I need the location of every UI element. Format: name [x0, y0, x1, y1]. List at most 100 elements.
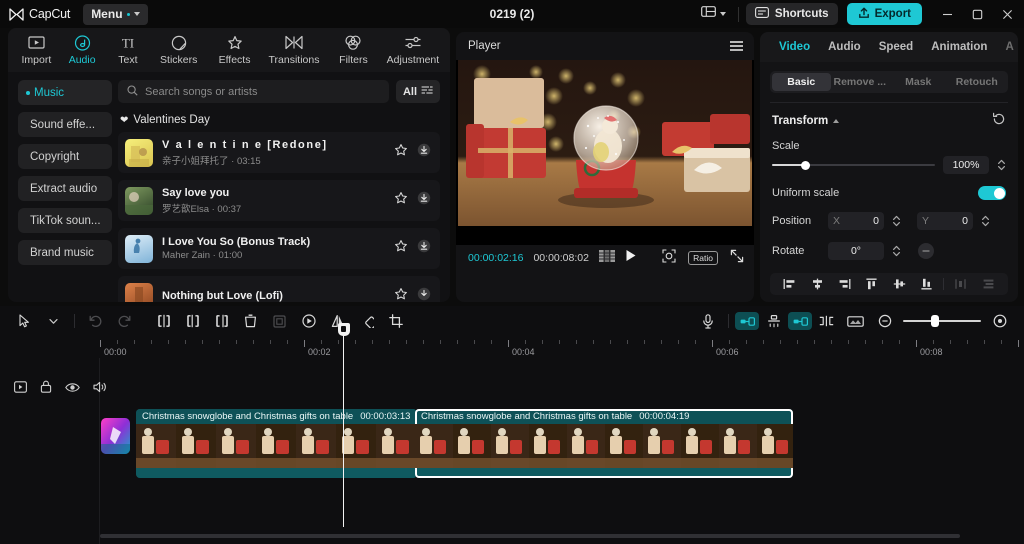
tab-audio[interactable]: Audio	[819, 41, 870, 53]
tab-stickers[interactable]: Stickers	[151, 28, 206, 72]
tab-animation[interactable]: Animation	[922, 41, 996, 53]
undo-icon[interactable]	[81, 310, 110, 332]
scale-value-field[interactable]: 100%	[943, 156, 989, 174]
favorite-star-icon[interactable]	[394, 191, 408, 210]
scale-slider[interactable]	[772, 159, 935, 171]
download-icon[interactable]	[417, 287, 431, 302]
export-button[interactable]: Export	[847, 3, 922, 25]
zoom-out-icon[interactable]	[870, 310, 899, 332]
position-x-field[interactable]: X 0	[828, 212, 884, 230]
crop-frame-icon[interactable]	[265, 310, 294, 332]
playhead-handle[interactable]	[338, 323, 350, 336]
tab-filters[interactable]: Filters	[326, 28, 381, 72]
align-right-icon[interactable]	[831, 278, 858, 290]
timeline-zoom-slider[interactable]	[903, 315, 981, 327]
track-toggle-icon[interactable]	[14, 380, 27, 398]
maximize-button[interactable]	[962, 0, 992, 28]
fullscreen-icon[interactable]	[730, 249, 744, 268]
slider-knob[interactable]	[931, 315, 939, 327]
subtab-mask[interactable]: Mask	[889, 73, 948, 91]
close-button[interactable]	[992, 0, 1022, 28]
select-tool-icon[interactable]	[10, 310, 39, 332]
distribute-vertical-icon[interactable]	[975, 278, 1002, 290]
align-top-icon[interactable]	[858, 278, 885, 290]
sidebar-item-copyright[interactable]: Copyright	[18, 144, 112, 169]
tab-audio[interactable]: Audio	[60, 28, 105, 72]
rotate-dial-icon[interactable]	[918, 243, 934, 259]
download-icon[interactable]	[417, 239, 431, 258]
align-left-icon[interactable]	[776, 278, 803, 290]
shortcuts-button[interactable]: Shortcuts	[746, 3, 838, 25]
sidebar-item-brand-music[interactable]: Brand music	[18, 240, 112, 265]
rotate-field[interactable]: 0°	[828, 242, 884, 260]
tab-adjustment[interactable]: Adjustment	[382, 28, 444, 72]
lock-icon[interactable]	[40, 380, 52, 398]
favorite-star-icon[interactable]	[394, 143, 408, 162]
rotate-stepper[interactable]	[892, 244, 901, 258]
chevron-up-icon[interactable]	[833, 119, 839, 123]
crop-icon[interactable]	[381, 310, 410, 332]
subtab-remove-background[interactable]: Remove ...	[831, 73, 890, 91]
tab-import[interactable]: Import	[14, 28, 59, 72]
tab-video[interactable]: Video	[770, 41, 819, 53]
position-y-field[interactable]: Y 0	[917, 212, 973, 230]
redo-icon[interactable]	[110, 310, 139, 332]
zoom-fit-icon[interactable]	[662, 249, 676, 268]
tab-transitions[interactable]: Transitions	[263, 28, 325, 72]
timeline-clip[interactable]: Christmas snowglobe and Christmas gifts …	[415, 409, 793, 478]
microphone-icon[interactable]	[693, 310, 722, 332]
favorite-star-icon[interactable]	[394, 239, 408, 258]
chevron-down-icon[interactable]	[39, 310, 68, 332]
tab-effects[interactable]: Effects	[207, 28, 262, 72]
align-bottom-icon[interactable]	[913, 278, 940, 290]
list-item[interactable]: I Love You So (Bonus Track) Maher Zain ·…	[118, 228, 440, 269]
list-item[interactable]: Nothing but Love (Lofi)	[118, 276, 440, 302]
sidebar-item-extract-audio[interactable]: Extract audio	[18, 176, 112, 201]
zoom-reset-icon[interactable]	[985, 310, 1014, 332]
keyframe-adjust-icon[interactable]	[812, 310, 841, 332]
favorite-star-icon[interactable]	[394, 287, 408, 302]
distribute-horizontal-icon[interactable]	[947, 278, 974, 290]
minimize-button[interactable]	[932, 0, 962, 28]
split-icon[interactable]	[149, 310, 178, 332]
subtab-basic[interactable]: Basic	[772, 73, 831, 91]
position-y-stepper[interactable]	[981, 214, 990, 228]
download-icon[interactable]	[417, 143, 431, 162]
magnet-snap-icon[interactable]	[759, 310, 788, 332]
rotate-icon[interactable]	[352, 310, 381, 332]
trim-right-icon[interactable]	[207, 310, 236, 332]
subtab-retouch[interactable]: Retouch	[948, 73, 1007, 91]
sidebar-item-tiktok-sounds[interactable]: TikTok soun...	[18, 208, 112, 233]
video-preview[interactable]	[458, 60, 752, 226]
mute-icon[interactable]	[93, 380, 107, 398]
freeze-frame-icon[interactable]	[294, 310, 323, 332]
reset-icon[interactable]	[992, 112, 1006, 129]
playhead[interactable]	[343, 333, 344, 527]
slider-knob[interactable]	[801, 161, 810, 170]
timeline-ruler[interactable]: 00:00 00:02 00:04 00:06	[100, 336, 1024, 358]
sidebar-item-music[interactable]: Music	[18, 80, 112, 105]
link-audio-icon[interactable]	[788, 312, 812, 330]
delete-icon[interactable]	[236, 310, 265, 332]
align-middle-vertical-icon[interactable]	[886, 278, 913, 290]
download-icon[interactable]	[417, 191, 431, 210]
eye-visible-icon[interactable]	[65, 380, 80, 398]
player-menu-icon[interactable]	[730, 41, 743, 51]
layout-button[interactable]	[696, 3, 731, 25]
tab-more-truncated[interactable]: A	[996, 41, 1015, 53]
tab-text[interactable]: TI Text	[106, 28, 151, 72]
play-icon[interactable]	[625, 249, 637, 267]
preview-render-icon[interactable]	[841, 310, 870, 332]
link-clip-icon[interactable]	[735, 312, 759, 330]
tab-speed[interactable]: Speed	[870, 41, 923, 53]
filter-all-button[interactable]: All	[396, 80, 440, 103]
timeline-horizontal-scrollbar[interactable]	[100, 534, 960, 538]
menu-button[interactable]: Menu	[83, 4, 147, 25]
scale-stepper[interactable]	[997, 158, 1006, 172]
timeline-clip[interactable]: Christmas snowglobe and Christmas gifts …	[136, 409, 417, 478]
list-item[interactable]: Say love you 罗艺歆Elsa · 00:37	[118, 180, 440, 221]
uniform-scale-toggle[interactable]	[978, 186, 1006, 200]
sidebar-item-sound-effects[interactable]: Sound effe...	[18, 112, 112, 137]
position-x-stepper[interactable]	[892, 214, 901, 228]
frames-icon[interactable]	[599, 249, 615, 267]
